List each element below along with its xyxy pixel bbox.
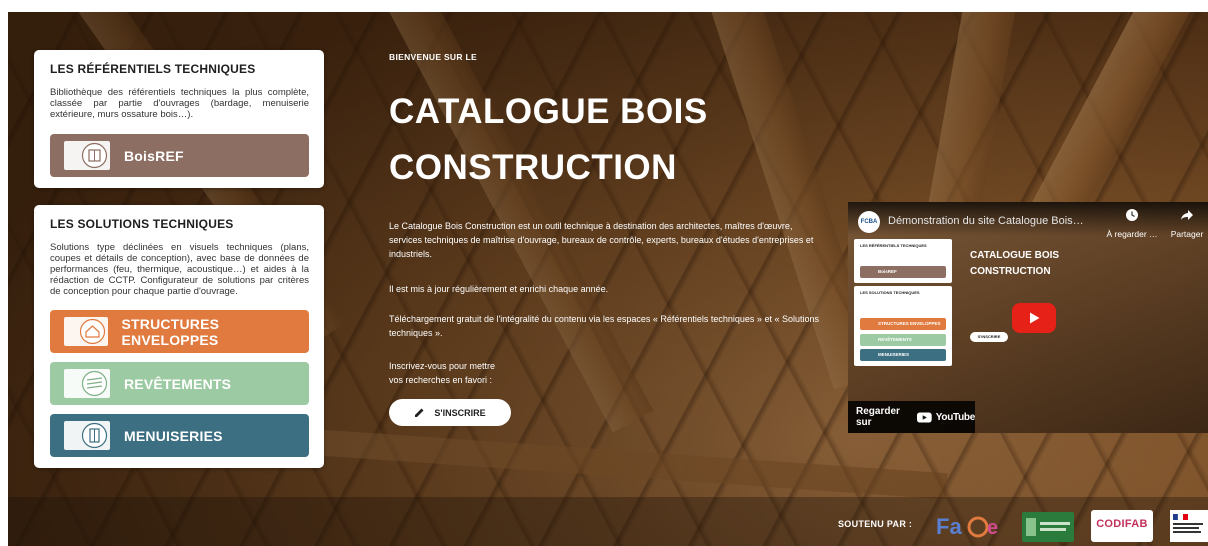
share-label: Partager: [1170, 229, 1204, 239]
channel-badge[interactable]: FCBA: [858, 211, 880, 233]
supported-by-label: SOUTENU PAR :: [838, 519, 913, 529]
referentiels-card: LES RÉFÉRENTIELS TECHNIQUES Bibliothèque…: [34, 50, 324, 188]
thumbnail-sol-card: LES SOLUTIONS TECHNIQUES STRUCTURES ENVE…: [854, 286, 952, 366]
structures-enveloppes-button[interactable]: STRUCTURES ENVELOPPES: [50, 310, 309, 353]
solutions-description: Solutions type déclinées en visuels tech…: [50, 242, 309, 297]
republique-logo[interactable]: [1170, 510, 1208, 542]
play-button[interactable]: [1012, 303, 1056, 333]
solutions-title: LES SOLUTIONS TECHNIQUES: [50, 217, 234, 231]
update-paragraph: Il est mis à jour régulièrement et enric…: [389, 284, 609, 294]
clock-icon: [1126, 209, 1138, 221]
thumbnail-struct-button: STRUCTURES ENVELOPPES: [860, 318, 946, 330]
window-icon: [64, 421, 110, 450]
pencil-icon: [415, 408, 424, 417]
thumbnail-ref-card: LES RÉFÉRENTIELS TECHNIQUES BoisREF: [854, 239, 952, 283]
boisref-label: BoisREF: [124, 147, 184, 164]
facete-logo[interactable]: Fa e: [934, 510, 1006, 542]
revetements-button[interactable]: REVÊTEMENTS: [50, 362, 309, 405]
youtube-label: YouTube: [935, 411, 976, 423]
referentiels-description: Bibliothèque des référentiels techniques…: [50, 87, 309, 120]
youtube-logo-icon: [917, 411, 932, 423]
signup-invite-line-1: Inscrivez-vous pour mettre: [389, 361, 496, 371]
referentiels-title: LES RÉFÉRENTIELS TECHNIQUES: [50, 62, 256, 76]
menuiseries-button[interactable]: MENUISERIES: [50, 414, 309, 457]
structures-enveloppes-label: STRUCTURES ENVELOPPES: [121, 315, 220, 348]
signup-invite-line-2: vos recherches en favori :: [389, 375, 493, 385]
thumbnail-ref-title: LES RÉFÉRENTIELS TECHNIQUES: [860, 243, 927, 248]
page-title-line-1: CATALOGUE BOIS: [389, 92, 708, 131]
codifab-logo[interactable]: CODIFAB: [1091, 510, 1153, 542]
thumbnail-title-line-1: CATALOGUE BOIS: [970, 250, 1060, 261]
thumbnail-signup-button: S'INSCRIRE: [970, 332, 1008, 342]
signup-label: S'INSCRIRE: [434, 407, 486, 418]
thumbnail-rev-button: REVÊTEMENTS: [860, 334, 946, 346]
youtube-embed[interactable]: LES RÉFÉRENTIELS TECHNIQUES BoisREF LES …: [848, 202, 1208, 433]
cladding-icon: [64, 369, 110, 398]
boisref-button[interactable]: BoisREF: [50, 134, 309, 177]
page-title-line-2: CONSTRUCTION: [389, 148, 677, 187]
codifab-label: CODIFAB: [1096, 518, 1148, 530]
share-control[interactable]: Partager: [1166, 208, 1208, 239]
signup-button[interactable]: S'INSCRIRE: [389, 399, 511, 426]
solutions-card: LES SOLUTIONS TECHNIQUES Solutions type …: [34, 205, 324, 468]
download-paragraph: Téléchargement gratuit de l'intégralité …: [389, 314, 819, 338]
thumbnail-title: CATALOGUE BOIS CONSTRUCTION: [970, 248, 1059, 280]
svg-text:e: e: [987, 517, 998, 539]
book-icon: [64, 141, 110, 170]
welcome-text: BIENVENUE SUR LE: [389, 52, 477, 62]
menuiseries-label: MENUISERIES: [124, 427, 223, 444]
video-title[interactable]: Démonstration du site Catalogue Bois…: [888, 215, 1098, 227]
thumbnail-title-line-2: CONSTRUCTION: [970, 266, 1051, 277]
watch-later-control[interactable]: À regarder …: [1102, 208, 1162, 239]
watch-later-label: À regarder …: [1106, 229, 1158, 239]
intro-paragraph: Le Catalogue Bois Construction est un ou…: [389, 221, 814, 259]
page-title: CATALOGUE BOIS CONSTRUCTION: [389, 84, 708, 196]
share-icon: [1181, 210, 1193, 220]
svg-text:Fa: Fa: [936, 514, 962, 539]
thumbnail-men-button: MENUISERIES: [860, 349, 946, 361]
revetements-label: REVÊTEMENTS: [124, 375, 232, 392]
house-icon: [64, 317, 108, 346]
watch-on-label: Regarder sur: [856, 406, 900, 428]
play-icon: [1030, 312, 1040, 324]
thumbnail-boisref-button: BoisREF: [860, 266, 946, 278]
watch-on-youtube-button[interactable]: Regarder sur YouTube: [848, 401, 975, 433]
thumbnail-sol-title: LES SOLUTIONS TECHNIQUES: [860, 290, 920, 295]
ministry-logo[interactable]: [1022, 512, 1074, 542]
